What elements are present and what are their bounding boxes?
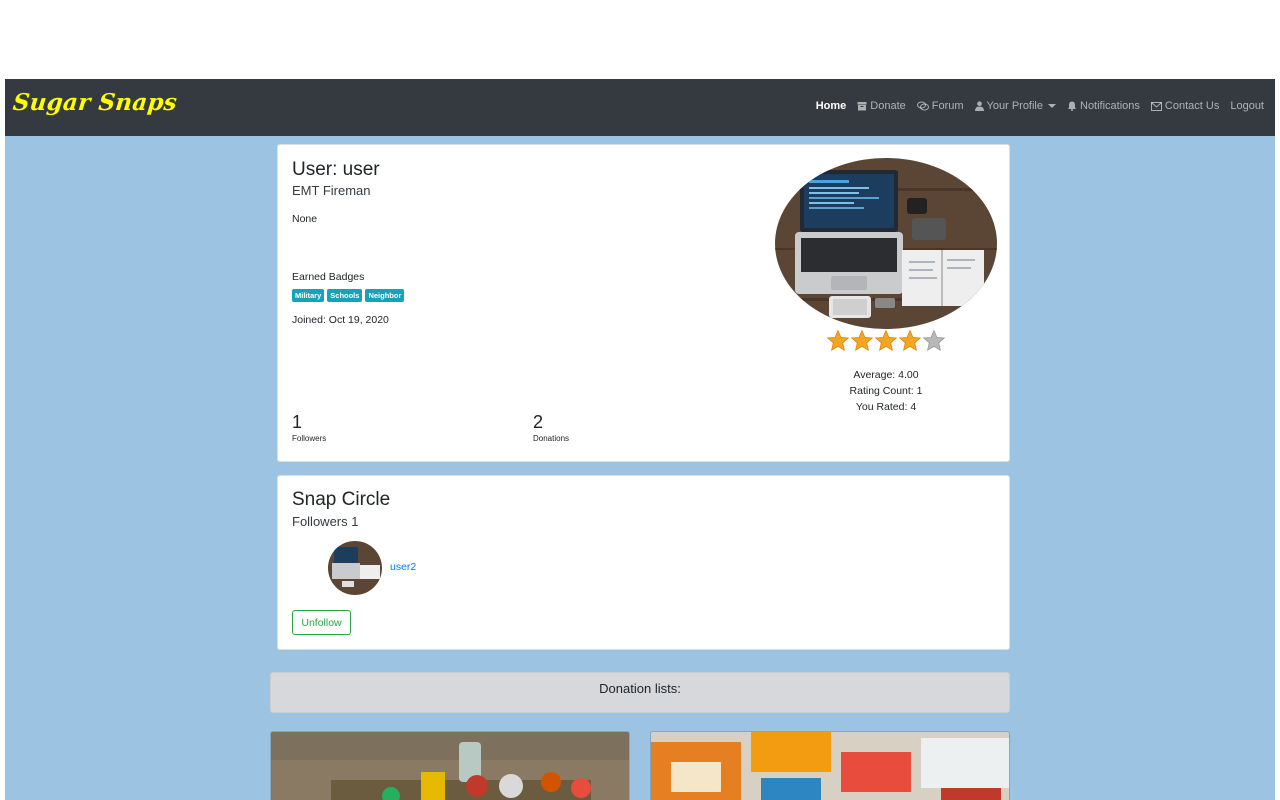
archive-icon: [857, 102, 867, 111]
donation-image-2[interactable]: [650, 731, 1010, 800]
star-filled-icon[interactable]: [826, 329, 850, 353]
bell-icon: [1068, 101, 1076, 111]
user-icon: [974, 101, 984, 111]
unfollow-button[interactable]: Unfollow: [292, 610, 351, 635]
brand-logo[interactable]: Sugar Snaps: [12, 89, 179, 116]
snap-circle-title: Snap Circle: [292, 489, 391, 510]
star-filled-icon[interactable]: [850, 329, 874, 353]
rating-stars: [826, 329, 946, 353]
nav-donate-label: Donate: [870, 100, 906, 112]
nav-home-label: Home: [815, 100, 847, 112]
navbar: Sugar Snaps Home Donate Forum Your Profi…: [5, 79, 1275, 136]
app-frame: Sugar Snaps Home Donate Forum Your Profi…: [5, 79, 1275, 800]
badges-label: Earned Badges: [292, 271, 365, 283]
nav-logout[interactable]: Logout: [1230, 100, 1264, 112]
profile-title: User: user: [292, 159, 380, 180]
badge-neighbor: Neighbor: [365, 289, 405, 302]
profile-photo: [775, 158, 997, 329]
nav-links: Home Donate Forum Your Profile Notificat…: [805, 100, 1264, 112]
donation-image-1[interactable]: [270, 731, 630, 800]
nav-forum[interactable]: Forum: [916, 100, 964, 112]
donations-label: Donations: [533, 434, 570, 443]
followers-stat: 1 Followers: [292, 412, 326, 443]
joined-date: Joined: Oct 19, 2020: [292, 314, 389, 326]
snap-circle-subtitle: Followers 1: [292, 514, 359, 529]
follower-avatar[interactable]: [328, 541, 382, 595]
nav-home[interactable]: Home: [816, 100, 847, 112]
star-filled-icon[interactable]: [874, 329, 898, 353]
star-empty-icon[interactable]: [922, 329, 946, 353]
profile-bio: None: [292, 213, 318, 225]
badge-military: Military: [292, 289, 325, 302]
follower-link[interactable]: user2: [390, 561, 416, 573]
rating-you-rated: You Rated: 4: [855, 401, 917, 413]
chevron-down-icon: [1048, 104, 1056, 108]
snap-circle-card: Snap Circle Followers 1 user2 Unfollow: [277, 475, 1010, 650]
rating-count: Rating Count: 1: [849, 385, 923, 397]
badge-list: Military Schools Neighbor: [292, 289, 407, 302]
rating-average: Average: 4.00: [853, 369, 919, 381]
nav-logout-label: Logout: [1230, 100, 1264, 112]
donations-stat: 2 Donations: [533, 412, 569, 443]
nav-notifications[interactable]: Notifications: [1067, 100, 1140, 112]
followers-label: Followers: [292, 434, 327, 443]
nav-forum-label: Forum: [931, 100, 964, 112]
followers-count: 1: [292, 412, 303, 432]
profile-card: User: user EMT Fireman None Earned Badge…: [277, 144, 1010, 462]
nav-profile-dropdown[interactable]: Your Profile: [974, 100, 1056, 112]
comments-icon: [916, 101, 929, 111]
rating-info: Average: 4.00 Rating Count: 1 You Rated:…: [775, 367, 997, 415]
profile-subtitle: EMT Fireman: [292, 183, 371, 198]
nav-profile-label: Your Profile: [986, 100, 1043, 112]
star-filled-icon[interactable]: [898, 329, 922, 353]
badge-schools: Schools: [327, 289, 363, 302]
nav-contact[interactable]: Contact Us: [1150, 100, 1220, 112]
nav-contact-label: Contact Us: [1164, 100, 1220, 112]
nav-donate[interactable]: Donate: [857, 100, 906, 112]
envelope-icon: [1150, 101, 1162, 111]
donation-lists-header: Donation lists:: [270, 672, 1010, 713]
donations-count: 2: [533, 412, 544, 432]
nav-notifications-label: Notifications: [1080, 100, 1140, 112]
